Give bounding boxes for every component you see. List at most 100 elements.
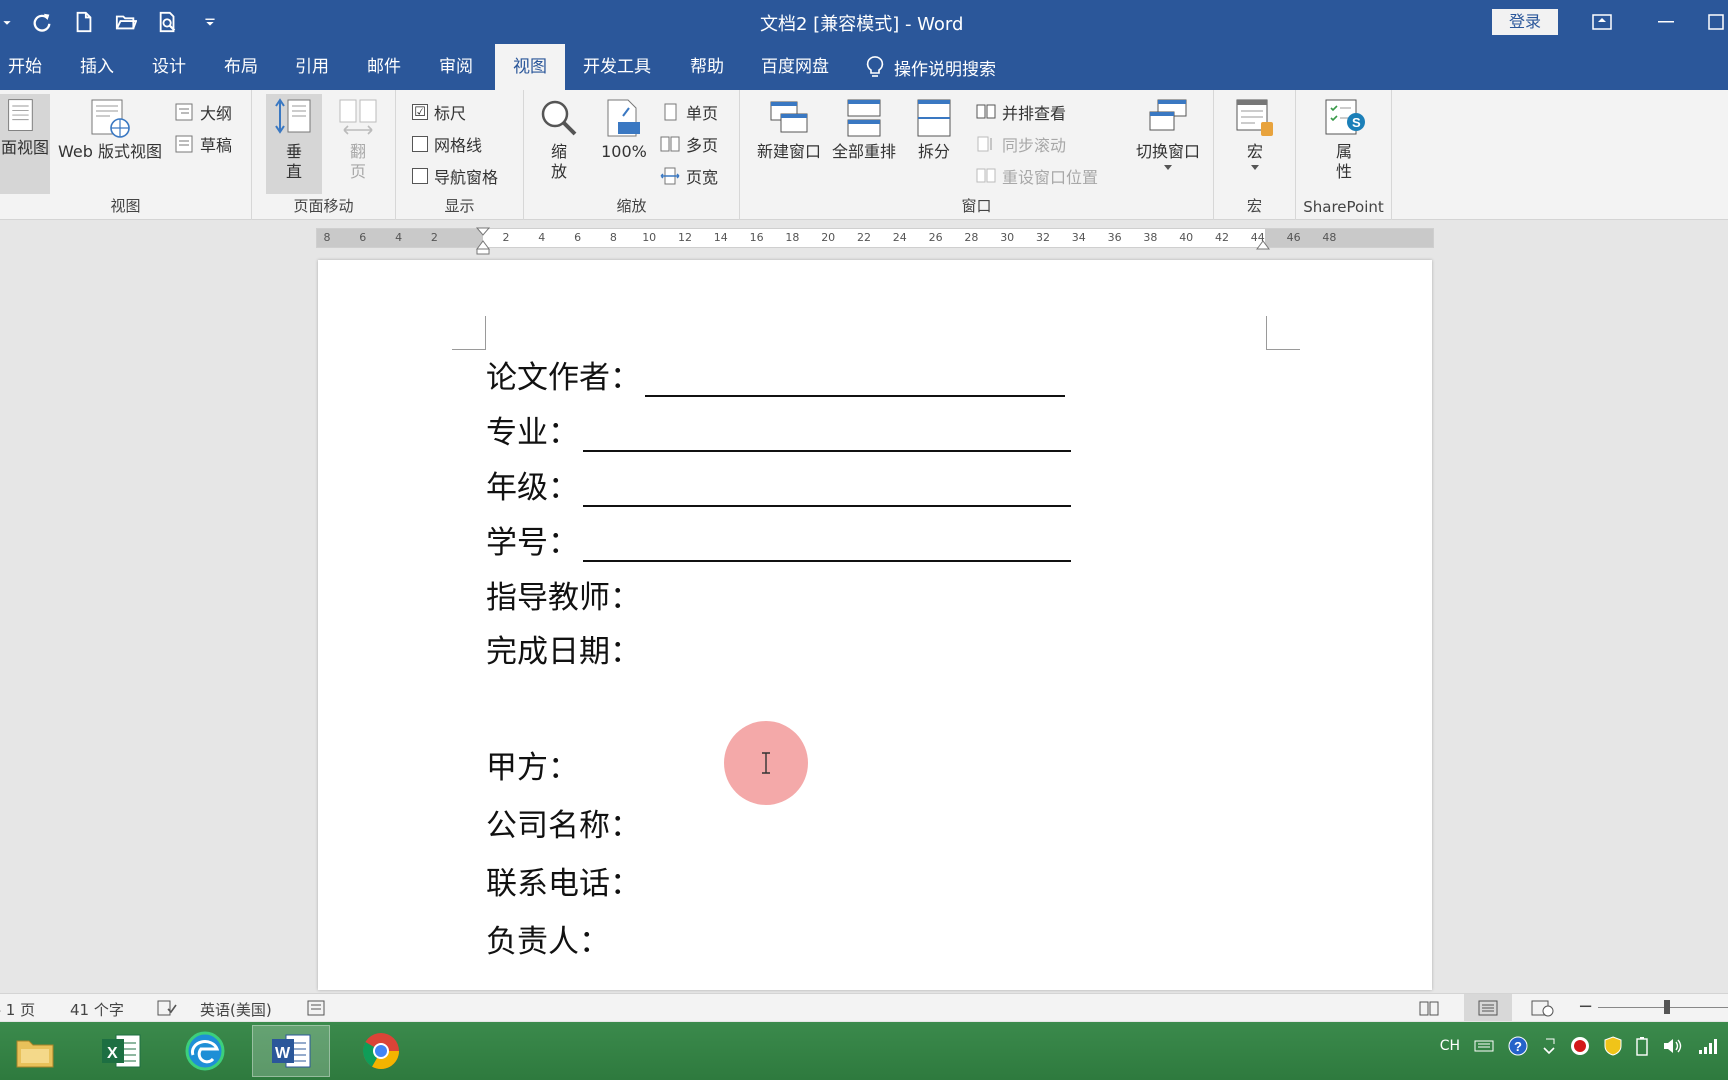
print-layout-button[interactable]: 面视图 [0,94,50,194]
network-signal-icon[interactable] [1698,1037,1718,1055]
doc-line-person-in-charge[interactable]: 负责人： [486,916,610,961]
split-button[interactable]: 拆分 [908,96,960,162]
ruler-tick-label: 6 [574,231,582,244]
doc-line-phone[interactable]: 联系电话： [486,858,641,903]
document-page[interactable]: 论文作者： 专业： 年级： 学号： 指导教师： 完成日期： 甲方： 公司名称： … [318,260,1432,990]
zoom-button[interactable]: 缩 放 [534,96,584,182]
ruler-tick-label: 20 [821,231,836,244]
read-mode-icon[interactable] [1418,999,1440,1017]
synchronous-scrolling-button[interactable]: 同步滚动 [976,132,1066,156]
properties-button[interactable]: S 属 性 [1316,96,1372,182]
gridlines-checkbox[interactable]: 网格线 [412,132,482,156]
tab-layout[interactable]: 布局 [214,44,268,90]
print-preview-icon[interactable] [156,10,180,34]
proofing-icon[interactable] [156,999,178,1017]
redo-icon[interactable] [30,10,54,34]
tab-review[interactable]: 审阅 [429,44,483,90]
margin-corner-top-right [1266,316,1300,350]
open-folder-icon[interactable] [114,10,138,34]
security-shield-icon[interactable] [1604,1036,1622,1056]
group-macros: 宏 宏 [1214,90,1296,220]
group-zoom: 缩 放 100% 单页 多页 页宽 缩放 [524,90,740,220]
tab-developer[interactable]: 开发工具 [578,44,656,90]
excel-icon: X [102,1034,141,1068]
right-indent-marker-icon[interactable] [1255,235,1271,251]
vertical-button[interactable]: 垂 直 [266,94,322,194]
svg-text:S: S [1352,115,1361,130]
macro-record-icon[interactable] [306,999,326,1017]
outline-button[interactable]: 大纲 [174,100,232,124]
page-width-button[interactable]: 页宽 [660,164,718,188]
doc-line-grade[interactable]: 年级： [486,462,1071,507]
taskbar-file-explorer[interactable] [0,1025,70,1077]
page-count[interactable]: 共 1 页 [0,999,35,1020]
view-side-by-side-button[interactable]: 并排查看 [976,100,1066,124]
macros-button[interactable]: 宏 [1228,96,1282,174]
print-layout-status-button[interactable] [1464,994,1512,1021]
tray-arrow-icon[interactable] [1542,1036,1556,1056]
zoom-out-icon[interactable]: − [1578,996,1593,1017]
ruler-tick-label: 16 [749,231,764,244]
ribbon-display-options-icon[interactable] [1582,8,1622,36]
doc-line-major[interactable]: 专业： [486,407,1071,452]
web-layout-icon [91,99,130,138]
taskbar: X W CH ? [0,1022,1728,1080]
doc-line-student-id[interactable]: 学号： [486,517,1071,562]
doc-line-party-a[interactable]: 甲方： [486,742,579,787]
zoom-slider[interactable] [1598,1007,1728,1008]
zoom-100-button[interactable]: 100% [598,96,650,162]
draft-button[interactable]: 草稿 [174,132,232,156]
tell-me-search[interactable]: 操作说明搜索 [866,44,996,90]
doc-line-advisor[interactable]: 指导教师： [486,572,641,617]
multiple-pages-button[interactable]: 多页 [660,132,718,156]
ruler-tick-label: 40 [1179,231,1194,244]
zoom-slider-thumb[interactable] [1664,1000,1670,1014]
tab-insert[interactable]: 插入 [70,44,124,90]
new-window-button[interactable]: 新建窗口 [754,96,824,162]
tab-view[interactable]: 视图 [495,44,565,90]
doc-line-completion-date[interactable]: 完成日期： [486,626,641,671]
web-layout-button[interactable]: Web 版式视图 [52,96,168,162]
side-to-side-button[interactable]: 翻 页 [330,96,386,182]
keyboard-icon[interactable] [1474,1038,1494,1054]
new-document-icon[interactable] [72,10,96,34]
reset-window-position-button[interactable]: 重设窗口位置 [976,164,1098,188]
web-layout-status-icon[interactable] [1530,999,1554,1017]
battery-icon[interactable] [1636,1036,1648,1056]
doc-line-author[interactable]: 论文作者： [486,352,1065,397]
chevron-down-icon [1251,165,1259,170]
minimize-icon[interactable] [1646,8,1686,36]
tab-help[interactable]: 帮助 [680,44,734,90]
text-cursor-icon [762,752,770,774]
tab-references[interactable]: 引用 [285,44,339,90]
volume-icon[interactable] [1662,1036,1684,1056]
doc-line-company-name[interactable]: 公司名称： [486,800,641,845]
tab-mailings[interactable]: 邮件 [357,44,411,90]
indent-marker-icon[interactable] [475,227,491,255]
tab-design[interactable]: 设计 [142,44,196,90]
customize-qat-icon[interactable] [198,10,222,34]
nav-pane-checkbox[interactable]: 导航窗格 [412,164,498,188]
system-tray: CH ? [1440,1036,1718,1056]
word-count[interactable]: 41 个字 [70,999,124,1020]
undo-dropdown-icon[interactable] [2,10,12,34]
record-icon[interactable] [1570,1036,1590,1056]
maximize-icon[interactable] [1704,8,1728,36]
mouse-cursor-highlight [724,721,808,805]
taskbar-chrome[interactable] [342,1025,420,1077]
switch-windows-button[interactable]: 切换窗口 [1130,96,1206,174]
input-language-indicator[interactable]: CH [1440,1038,1460,1054]
tab-home[interactable]: 开始 [0,44,50,90]
taskbar-edge[interactable] [166,1025,244,1077]
one-page-button[interactable]: 单页 [660,100,718,124]
language-indicator[interactable]: 英语(美国) [200,999,272,1020]
ruler-checkbox[interactable]: ☑ 标尺 [412,100,466,124]
horizontal-ruler[interactable]: 8 6 4 2 2 4 6 8 10 12 14 16 18 20 22 24 26 28 30 32 34 36 38 40… [316,227,1434,255]
taskbar-excel[interactable]: X [82,1025,160,1077]
tab-baidu-netdisk[interactable]: 百度网盘 [756,44,834,90]
help-icon[interactable]: ? [1508,1036,1528,1056]
arrange-all-button[interactable]: 全部重排 [828,96,900,162]
login-button[interactable]: 登录 [1492,9,1558,35]
page-width-icon [660,167,680,185]
taskbar-word[interactable]: W [252,1025,330,1077]
